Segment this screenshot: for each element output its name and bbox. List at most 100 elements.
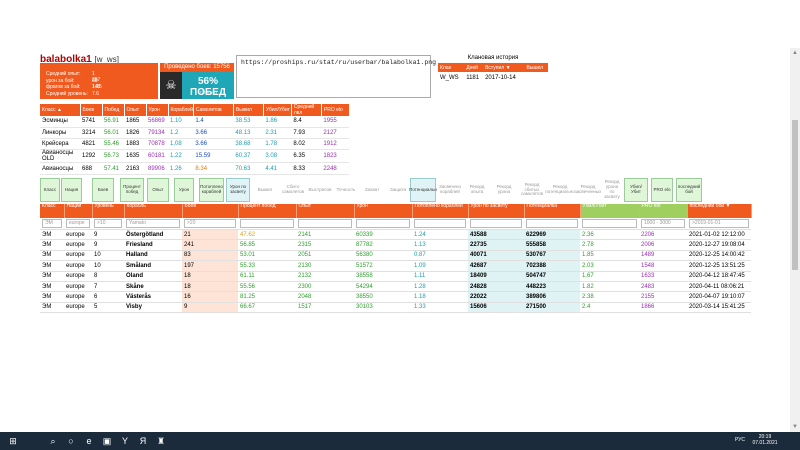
ships-table-header[interactable]: Уровень	[92, 203, 125, 218]
ships-table-header[interactable]: Нации	[64, 203, 93, 218]
clan-history-header[interactable]: Дней	[464, 63, 484, 72]
ships-table-row[interactable]: ЭМ europe 9 Friesland 241 56.85 2315 87782 1.13 2…	[40, 239, 751, 251]
class-table-header[interactable]: Кораблей	[168, 104, 194, 116]
scroll-up-icon[interactable]: ▲	[790, 48, 800, 58]
clan-history-header[interactable]: Клан	[438, 63, 465, 72]
ships-filter-input[interactable]	[356, 219, 410, 228]
column-toggle-button[interactable]: Рекорд засвеченных	[575, 178, 601, 202]
column-toggle-button[interactable]: Потенциальн	[409, 178, 437, 202]
class-table-header[interactable]: Выжил	[233, 104, 264, 116]
ships-table-header[interactable]: PRO elo	[639, 203, 688, 218]
cortana-icon[interactable]: ○	[64, 434, 78, 448]
ships-table-header[interactable]: Корабль	[124, 203, 183, 218]
column-toggle-button[interactable]: Рекорд опыта	[465, 178, 489, 202]
class-table-header[interactable]: Урон	[146, 104, 169, 116]
ships-table-row[interactable]: ЭМ europe 5 Visby 9 66.67 1517 30103 1.33 15606 27…	[40, 302, 751, 314]
column-toggle-button[interactable]: Выстрелов	[308, 178, 332, 202]
yandex-icon[interactable]: Y	[118, 434, 132, 448]
column-toggle-button[interactable]: Рекорд потенциально	[545, 178, 575, 202]
taskbar-language[interactable]: РУС	[735, 437, 745, 443]
ships-filter-input[interactable]: Yamato	[126, 219, 180, 228]
column-toggle-button[interactable]: Защита	[388, 178, 408, 202]
ships-table-row[interactable]: ЭМ europe 10 Småland 197 55.33 2130 51572 1.09 42…	[40, 260, 751, 272]
column-toggle-button[interactable]: PRO elo	[651, 178, 673, 202]
ships-filter-input[interactable]: europe	[66, 219, 90, 228]
yandex-browser-icon[interactable]: Я	[136, 434, 150, 448]
class-table-header[interactable]: Убил/Убит	[263, 104, 292, 116]
ships-filter-input[interactable]: >2019-01-01	[689, 219, 749, 228]
class-table-row[interactable]: Авианосцы 688 57.41 2163 89906 1.26 8.34 70.63 4…	[40, 162, 350, 175]
ships-table-header[interactable]: Убил/Убит	[580, 203, 640, 218]
ships-table-header[interactable]: последний бой ▼	[687, 203, 752, 218]
class-table-row[interactable]: Эсминцы 5741 56.91 1865 56869 1.10 1.4 38.53 1.8…	[40, 116, 350, 128]
class-table-header[interactable]: Побед	[102, 104, 125, 116]
ships-table-cell: 5	[92, 302, 124, 314]
column-toggle-button[interactable]: Опыт	[147, 178, 169, 202]
column-toggle-button[interactable]: Урон по засвету	[226, 178, 250, 202]
ships-filter-input[interactable]: >10	[94, 219, 122, 228]
column-toggle-button[interactable]: Класс	[40, 178, 60, 202]
clan-history-header[interactable]: Вышел	[524, 63, 548, 72]
ships-table-row[interactable]: ЭМ europe 8 Öland 18 61.11 2132 38558 1.11 18409 5…	[40, 271, 751, 282]
userbar-url-field[interactable]: https://proships.ru/stat/ru/userbar/bala…	[236, 55, 436, 98]
column-toggle-button[interactable]: Засвечено кораблей	[438, 178, 462, 202]
ships-table-header[interactable]: Процент побед	[238, 203, 297, 218]
ships-table-header[interactable]: Урон	[354, 203, 413, 218]
class-table-header[interactable]: Самолетов	[193, 104, 234, 116]
column-toggle-button[interactable]: Рекорд урона	[492, 178, 516, 202]
ships-filter-input[interactable]	[582, 219, 637, 228]
class-table-row[interactable]: Линкоры 3214 56.01 1826 79134 1.2 3.66 48.13 2.3…	[40, 127, 350, 140]
column-toggle-button[interactable]: Сбито самолетов	[281, 178, 305, 202]
ships-table-row[interactable]: ЭМ europe 10 Halland 83 53.01 2051 56380 0.87 400…	[40, 250, 751, 262]
class-table-header[interactable]: Опыт	[124, 104, 147, 116]
ships-table-header[interactable]: Потоплено кораблей	[412, 203, 469, 218]
search-icon[interactable]: ⌕	[46, 434, 60, 448]
ships-table-header[interactable]: Урон по засвету	[468, 203, 525, 218]
class-table-row[interactable]: Крейсера 4821 55.46 1883 70878 1.08 3.66 38.68 1…	[40, 138, 350, 151]
ships-table-cell: 53.01	[238, 250, 296, 262]
column-toggle-button[interactable]: Выжил	[254, 178, 276, 202]
ships-table-row[interactable]: ЭМ europe 9 Östergötland 21 47.62 2141 60339 1.2…	[40, 229, 751, 241]
clan-history-header[interactable]: Вступил ▼	[483, 63, 525, 72]
ships-table-row[interactable]: ЭМ europe 7 Skåne 18 55.56 2300 54294 1.28 24828 4…	[40, 281, 751, 293]
column-toggle-button[interactable]: Рекорд сбитых самолетов	[520, 178, 544, 202]
column-toggle-button[interactable]: Убил/Убит	[624, 178, 648, 202]
class-table-header[interactable]: Класс ▲	[40, 104, 81, 116]
scrollbar-thumb[interactable]	[792, 120, 798, 270]
ships-filter-input[interactable]	[240, 219, 294, 228]
column-toggle-button[interactable]: Урон	[174, 178, 194, 202]
ships-filter-input[interactable]: >20	[184, 219, 236, 228]
class-table-header[interactable]: Средний лвл	[291, 104, 322, 116]
column-toggle-button[interactable]: Рекорд урона по засвету	[602, 178, 622, 202]
edge-icon[interactable]: e	[82, 434, 96, 448]
ships-filter-input[interactable]	[470, 219, 522, 228]
class-table-header[interactable]: Боев	[80, 104, 103, 116]
ships-filter-input[interactable]: 1000 - 3000	[641, 219, 685, 228]
scroll-down-icon[interactable]: ▼	[790, 422, 800, 432]
vertical-scrollbar[interactable]: ▲ ▼	[790, 48, 800, 432]
store-icon[interactable]: ▣	[100, 434, 114, 448]
column-toggle-button[interactable]: Нация	[61, 178, 82, 202]
ships-table-header[interactable]: Потенциалка	[524, 203, 581, 218]
game-icon[interactable]: ♜	[154, 434, 168, 448]
ships-table-cell: 61.11	[238, 271, 296, 282]
class-table-row[interactable]: Авианосцы OLD 1292 56.73 1635 60181 1.22 15.59…	[40, 149, 350, 164]
class-table-header[interactable]: PRO elo	[321, 104, 350, 116]
ships-filter-input[interactable]	[414, 219, 466, 228]
ships-table-header[interactable]: Опыт	[296, 203, 355, 218]
ships-table-header[interactable]: Класс	[40, 203, 65, 218]
windows-icon[interactable]: ⊞	[6, 434, 20, 448]
ships-filter-input[interactable]	[526, 219, 578, 228]
column-toggle-button[interactable]: последний бой	[676, 178, 702, 202]
column-toggle-button[interactable]: Потоплено кораблей	[199, 178, 224, 202]
taskbar-clock[interactable]: 20:19 07.01.2021	[752, 434, 778, 446]
column-toggle-button[interactable]: Захват	[361, 178, 383, 202]
ships-table-cell: 1.33	[412, 302, 468, 314]
ships-table-header[interactable]: Боев	[182, 203, 239, 218]
column-toggle-button[interactable]: Процент побед	[120, 178, 144, 202]
column-toggle-button[interactable]: Боев	[92, 178, 114, 202]
ships-filter-input[interactable]	[298, 219, 352, 228]
column-toggle-button[interactable]: Точность	[335, 178, 357, 202]
ships-filter-input[interactable]: ЭМ	[42, 219, 62, 228]
ships-table-row[interactable]: ЭМ europe 6 Västerås 16 81.25 2048 38550 1.18 220…	[40, 291, 751, 303]
